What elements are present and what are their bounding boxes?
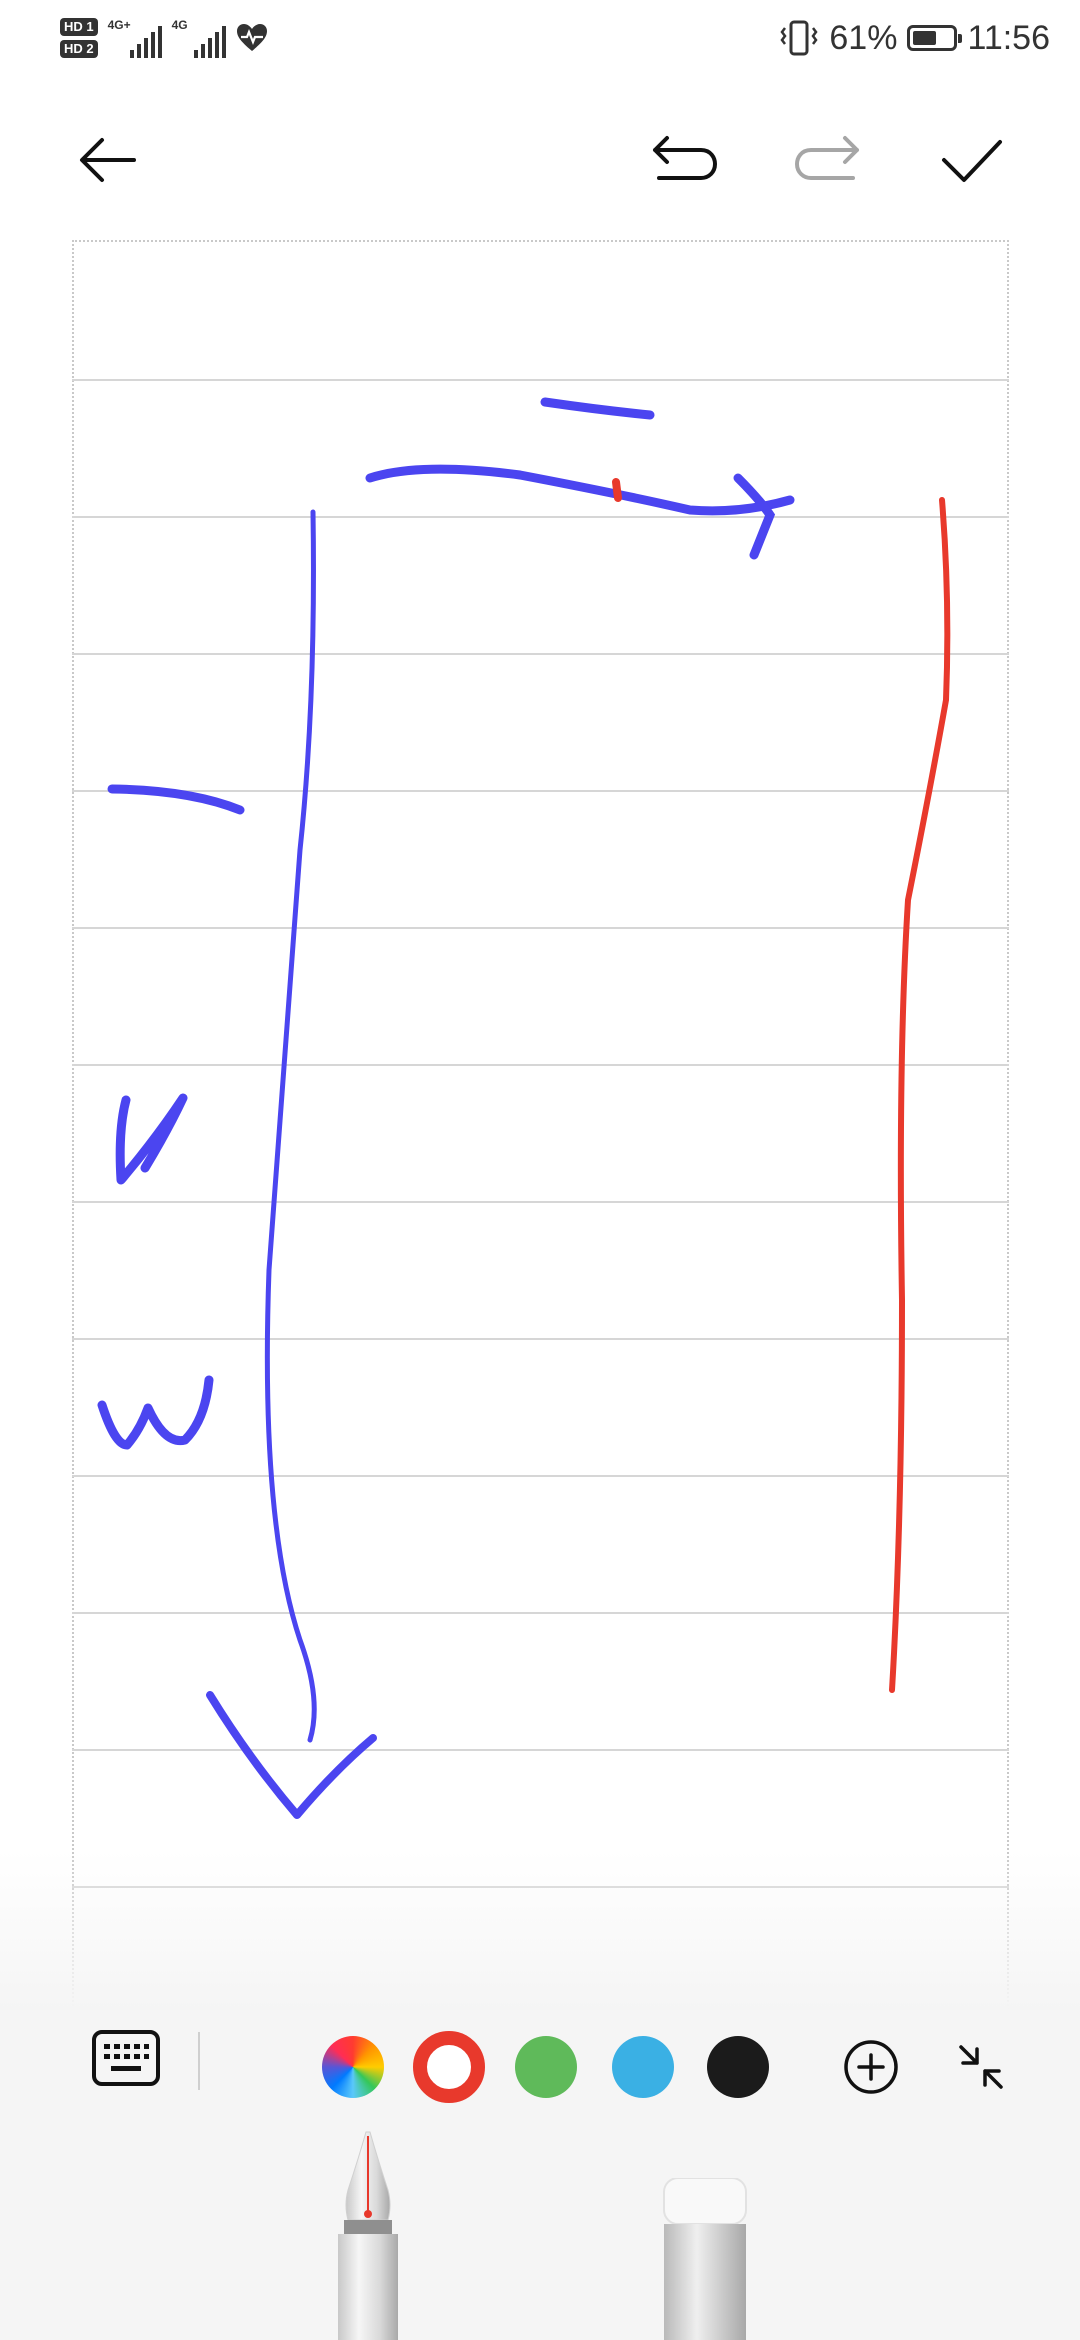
color-wheel-button[interactable] [322,2036,384,2098]
color-swatch-red-selected-ring [413,2031,485,2103]
drawing-canvas[interactable] [72,240,1009,2010]
redo-icon [795,136,859,180]
network-2: 4G [172,18,226,58]
vibrate-icon [780,20,818,56]
collapse-button[interactable] [950,2036,1012,2098]
sim1-badge: HD 1 [60,18,98,36]
color-swatch-blue[interactable] [612,2036,674,2098]
network-2-label: 4G [171,18,188,32]
network-1-label: 4G+ [107,18,131,32]
battery-fill [913,31,937,45]
eraser-tool[interactable] [660,2178,750,2340]
back-arrow-icon [80,138,136,182]
signal-icon [193,26,226,58]
add-color-icon [844,2040,898,2094]
color-swatch-green[interactable] [515,2036,577,2098]
battery-percent: 61% [829,18,898,57]
color-swatch-green-fill [515,2036,577,2098]
undo-button[interactable] [644,120,724,200]
color-swatch-red[interactable] [412,2030,486,2104]
status-left: HD 1 HD 2 4G+ 4G [60,10,268,66]
color-swatch-blue-fill [612,2036,674,2098]
sim2-badge: HD 2 [60,40,98,58]
tools-tray [0,2130,1080,2340]
status-right: 61% 11:56 [779,14,1050,62]
top-toolbar [0,100,1080,220]
keyboard-button[interactable] [88,2025,164,2091]
undo-icon [653,136,717,180]
status-bar: HD 1 HD 2 4G+ 4G 61% 11:56 [0,0,1080,76]
redo-button[interactable] [788,120,868,200]
fountain-pen-tool[interactable] [318,2130,418,2340]
clock: 11:56 [967,18,1050,57]
add-color-button[interactable] [840,2036,902,2098]
collapse-icon [959,2045,1003,2089]
palette-divider [198,2032,200,2090]
network-1: 4G+ [108,18,162,58]
battery-icon [907,25,963,51]
color-wheel-icon [322,2036,384,2098]
signal-icon [129,26,162,58]
confirm-button[interactable] [932,120,1012,200]
sim-badges: HD 1 HD 2 [60,18,98,58]
heart-health-icon [236,24,267,51]
color-swatch-black[interactable] [707,2036,769,2098]
color-swatch-black-fill [707,2036,769,2098]
check-icon [942,140,1002,182]
keyboard-icon [92,2030,160,2086]
back-button[interactable] [68,120,148,200]
